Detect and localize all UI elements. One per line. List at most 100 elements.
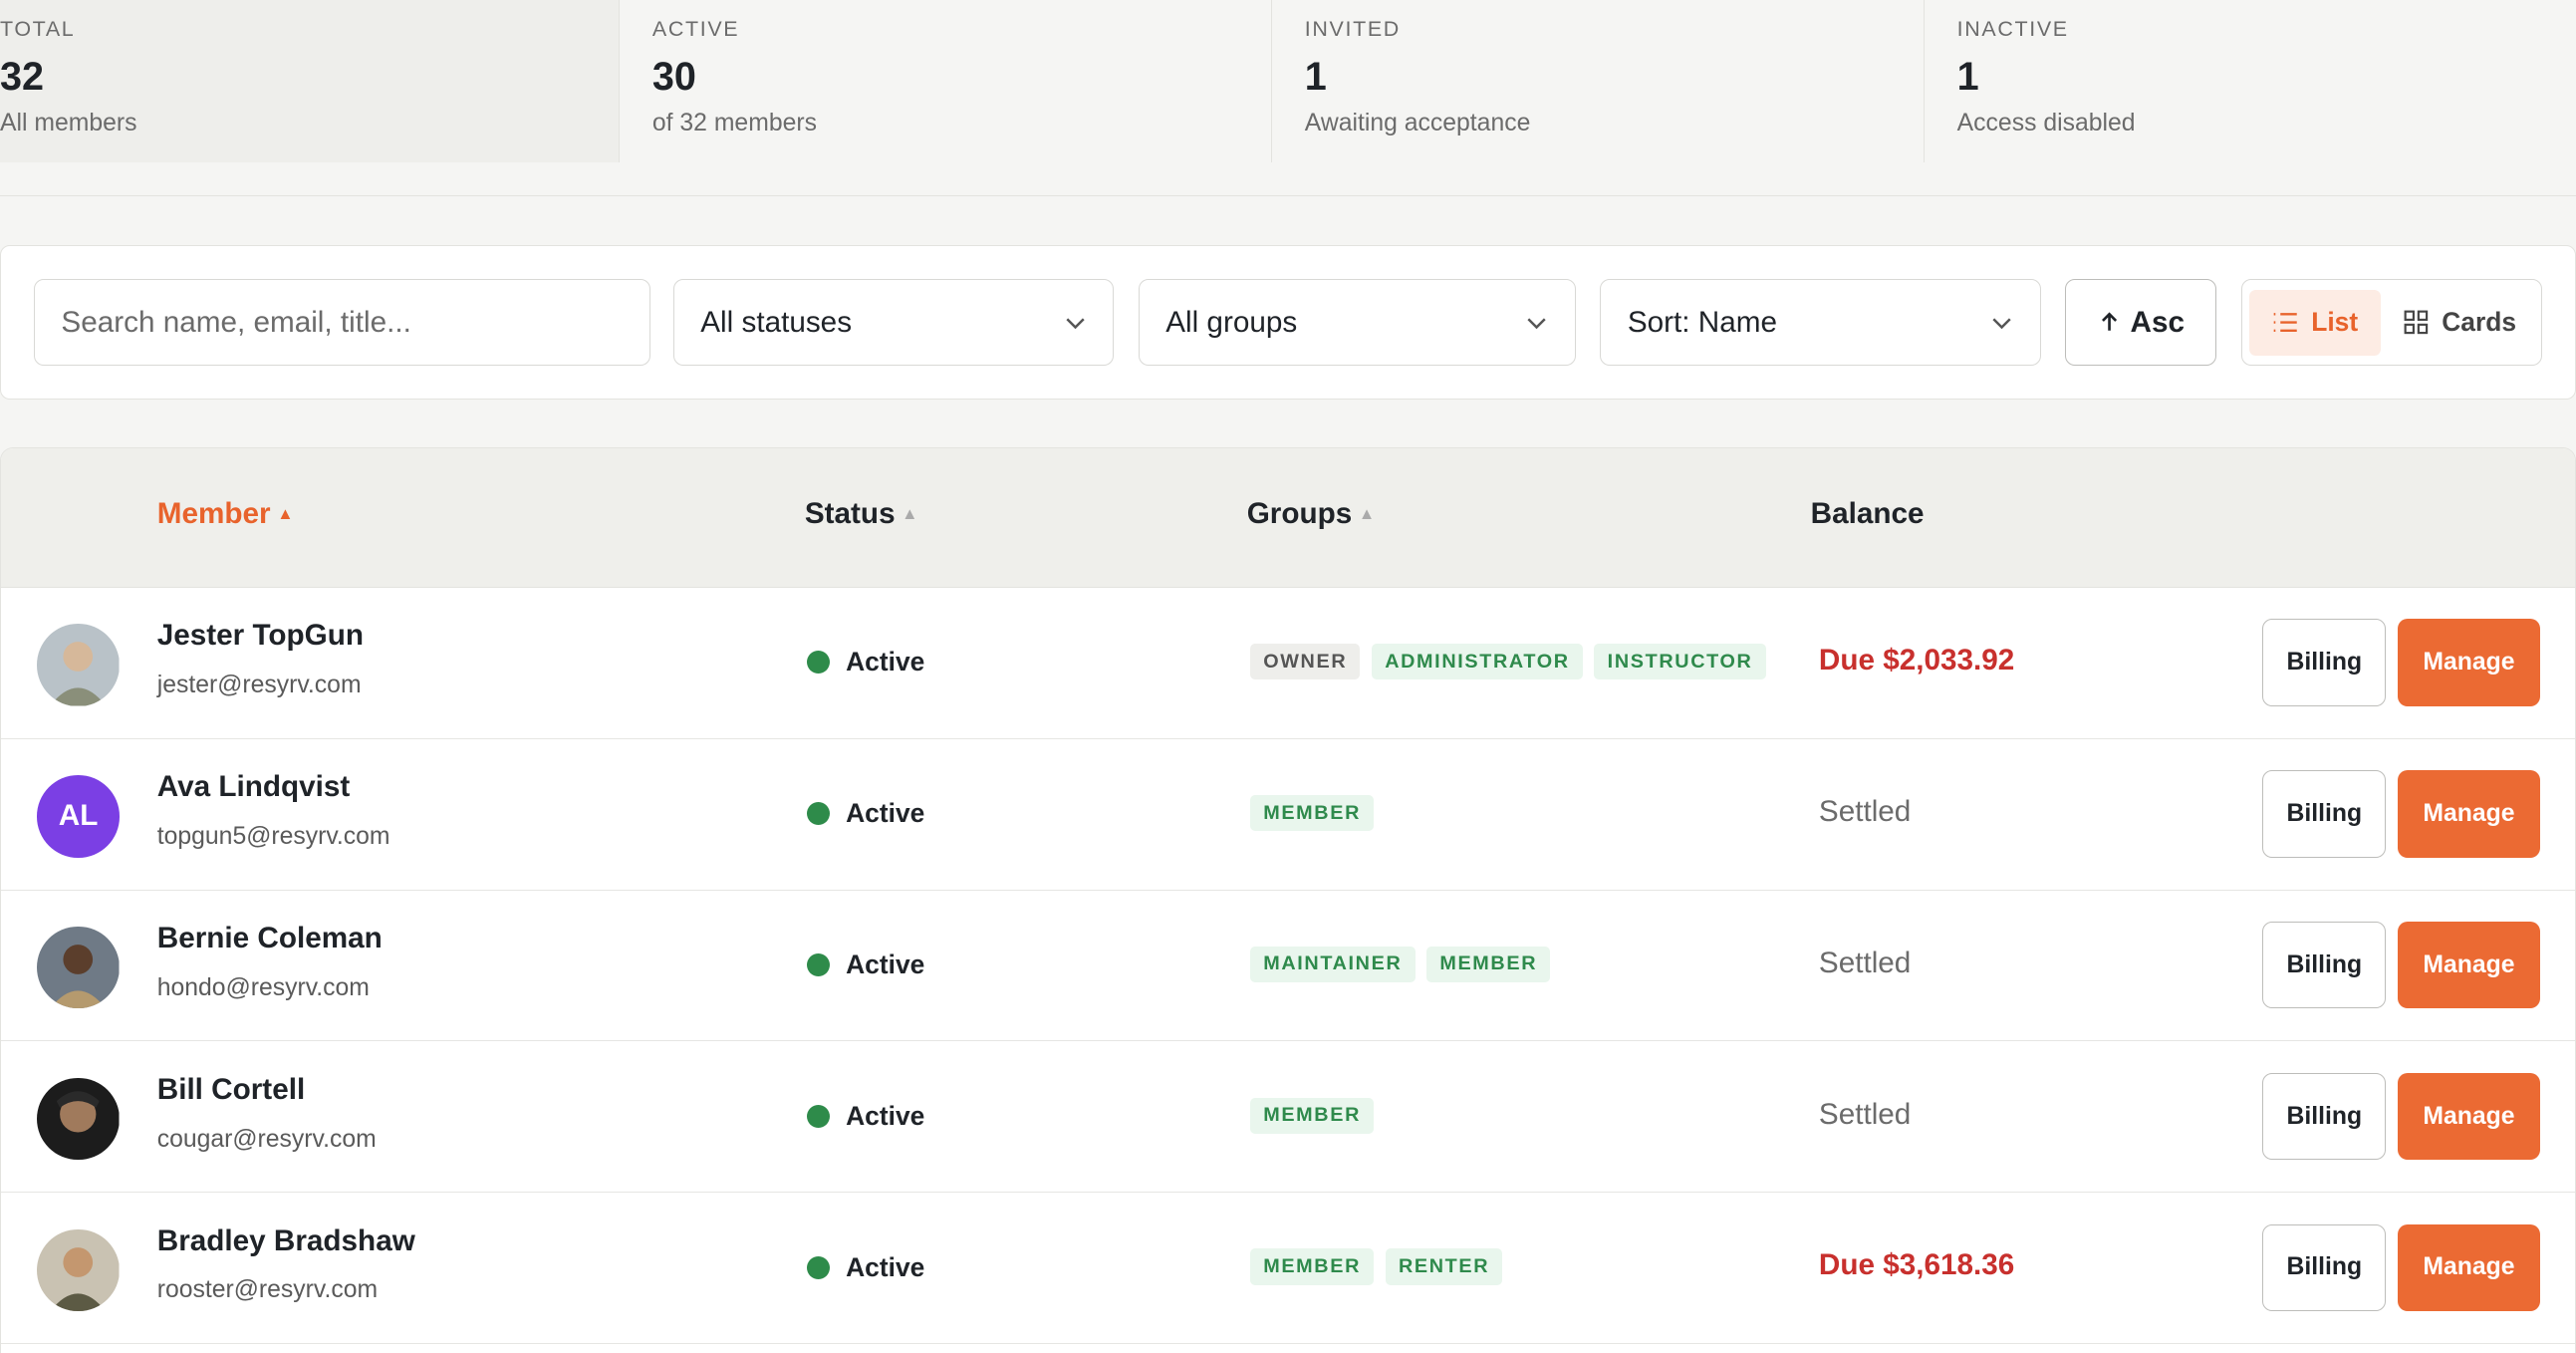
filter-toolbar: Search name, email, title... All statuse… (0, 244, 2576, 400)
sort-value: Sort: Name (1627, 305, 1777, 339)
group-filter-value: All groups (1165, 305, 1298, 339)
group-tag: MEMBER (1250, 794, 1375, 832)
divider (0, 195, 2576, 196)
stat-subtitle: Awaiting acceptance (1304, 109, 1531, 136)
group-tags: MEMBER RENTER (1250, 1248, 1503, 1285)
avatar (37, 1228, 120, 1312)
avatar: AL (37, 775, 120, 858)
group-tag: ADMINISTRATOR (1372, 644, 1583, 680)
stat-inactive: INACTIVE 1 Access disabled (1925, 0, 2576, 162)
stat-value: 30 (651, 54, 696, 99)
list-icon (2273, 313, 2297, 332)
balance-value: Settled (1818, 794, 1912, 828)
sort-order-label: Asc (2130, 305, 2186, 339)
status-indicator: Active (806, 1100, 925, 1132)
manage-button[interactable]: Manage (2397, 1072, 2541, 1161)
billing-button[interactable]: Billing (2262, 1072, 2387, 1161)
search-input[interactable]: Search name, email, title... (34, 278, 650, 367)
stat-active: ACTIVE 30 of 32 members (620, 0, 1272, 163)
stat-subtitle: of 32 members (651, 109, 817, 136)
table-row[interactable]: Bradley Bradshaw rooster@resyrv.com Acti… (1, 1193, 2575, 1345)
billing-button[interactable]: Billing (2262, 619, 2387, 706)
group-tag: MEMBER (1426, 946, 1551, 982)
table-row[interactable]: Jester TopGun jester@resyrv.com Active O… (1, 588, 2575, 739)
member-name: Jester TopGun (156, 619, 365, 653)
stat-value: 1 (1956, 54, 1979, 99)
billing-button[interactable]: Billing (2262, 770, 2387, 858)
stat-value: 32 (0, 54, 45, 99)
column-header-member[interactable]: Member ▲ (157, 497, 294, 531)
status-indicator: Active (806, 798, 925, 829)
balance-value: Due $2,033.92 (1818, 644, 2015, 677)
group-tags: OWNER ADMINISTRATOR INSTRUCTOR (1250, 644, 1766, 680)
member-name: Bernie Coleman (156, 921, 383, 954)
billing-button[interactable]: Billing (2262, 1223, 2387, 1312)
sort-order-button[interactable]: Asc (2065, 278, 2217, 367)
cards-view-button[interactable]: Cards (2381, 290, 2539, 356)
stat-total: TOTAL 32 All members (0, 0, 620, 163)
avatar (37, 1077, 120, 1161)
group-tag: MEMBER (1250, 1248, 1375, 1285)
stat-invited: INVITED 1 Awaiting acceptance (1272, 0, 1925, 163)
stat-value: 1 (1304, 54, 1327, 99)
chevron-down-icon (1065, 318, 1085, 330)
column-label: Status (804, 497, 896, 531)
balance-value: Due $3,618.36 (1818, 1248, 2015, 1282)
manage-button[interactable]: Manage (2397, 1223, 2541, 1312)
balance-value: Settled (1818, 946, 1912, 979)
list-view-label: List (2311, 307, 2359, 338)
member-email: hondo@resyrv.com (156, 973, 370, 1001)
column-header-groups[interactable]: Groups ▲ (1247, 497, 1376, 531)
billing-button[interactable]: Billing (2262, 921, 2387, 1009)
stats-bar: TOTAL 32 All members ACTIVE 30 of 32 mem… (0, 0, 2576, 163)
avatar (37, 624, 120, 706)
list-view-button[interactable]: List (2248, 289, 2382, 356)
stat-label: ACTIVE (651, 16, 740, 41)
stat-label: INACTIVE (1956, 16, 2069, 41)
table-row[interactable]: Bill Cortell cougar@resyrv.com Active ME… (1, 1041, 2575, 1194)
status-dot-icon (806, 1255, 830, 1279)
sort-icon: ▲ (902, 504, 918, 523)
stat-label: TOTAL (0, 16, 76, 41)
status-label: Active (846, 1251, 925, 1282)
column-header-status[interactable]: Status ▲ (805, 497, 918, 531)
balance-value: Settled (1818, 1097, 1912, 1131)
view-toggle: List Cards (2240, 278, 2542, 367)
manage-button[interactable]: Manage (2397, 921, 2541, 1009)
status-dot-icon (806, 952, 830, 977)
group-filter-select[interactable]: All groups (1138, 278, 1576, 367)
sort-select[interactable]: Sort: Name (1600, 278, 2041, 367)
member-email: cougar@resyrv.com (156, 1125, 377, 1153)
sort-icon: ▲ (1358, 504, 1376, 523)
status-indicator: Active (806, 1251, 925, 1283)
column-header-balance: Balance (1811, 497, 1925, 531)
table-row[interactable]: AL Ava Lindqvist topgun5@resyrv.com Acti… (1, 739, 2575, 891)
group-tag: OWNER (1250, 644, 1361, 680)
status-filter-value: All statuses (700, 305, 853, 339)
member-email: jester@resyrv.com (156, 672, 362, 699)
group-tag: MAINTAINER (1250, 946, 1416, 982)
member-email: rooster@resyrv.com (156, 1276, 379, 1304)
status-dot-icon (806, 651, 830, 675)
arrow-up-icon (2101, 312, 2117, 331)
manage-button[interactable]: Manage (2397, 770, 2541, 858)
manage-button[interactable]: Manage (2397, 619, 2541, 706)
status-label: Active (846, 798, 925, 829)
table-row[interactable]: Bernie Coleman hondo@resyrv.com Active M… (1, 891, 2575, 1042)
status-label: Active (846, 949, 925, 980)
status-label: Active (846, 1100, 925, 1131)
member-name: Ava Lindqvist (156, 770, 351, 804)
member-email: topgun5@resyrv.com (156, 822, 390, 850)
column-label: Groups (1246, 497, 1353, 531)
group-tag: RENTER (1385, 1248, 1503, 1285)
stat-label: INVITED (1304, 16, 1401, 41)
group-tag: INSTRUCTOR (1594, 644, 1766, 680)
column-label: Member (156, 497, 271, 531)
chevron-down-icon (1992, 318, 2011, 330)
group-tags: MEMBER (1250, 794, 1375, 832)
status-indicator: Active (806, 647, 924, 677)
status-filter-select[interactable]: All statuses (672, 278, 1115, 367)
cards-view-label: Cards (2442, 307, 2517, 338)
grid-icon (2404, 310, 2429, 335)
stat-subtitle: All members (0, 109, 137, 136)
